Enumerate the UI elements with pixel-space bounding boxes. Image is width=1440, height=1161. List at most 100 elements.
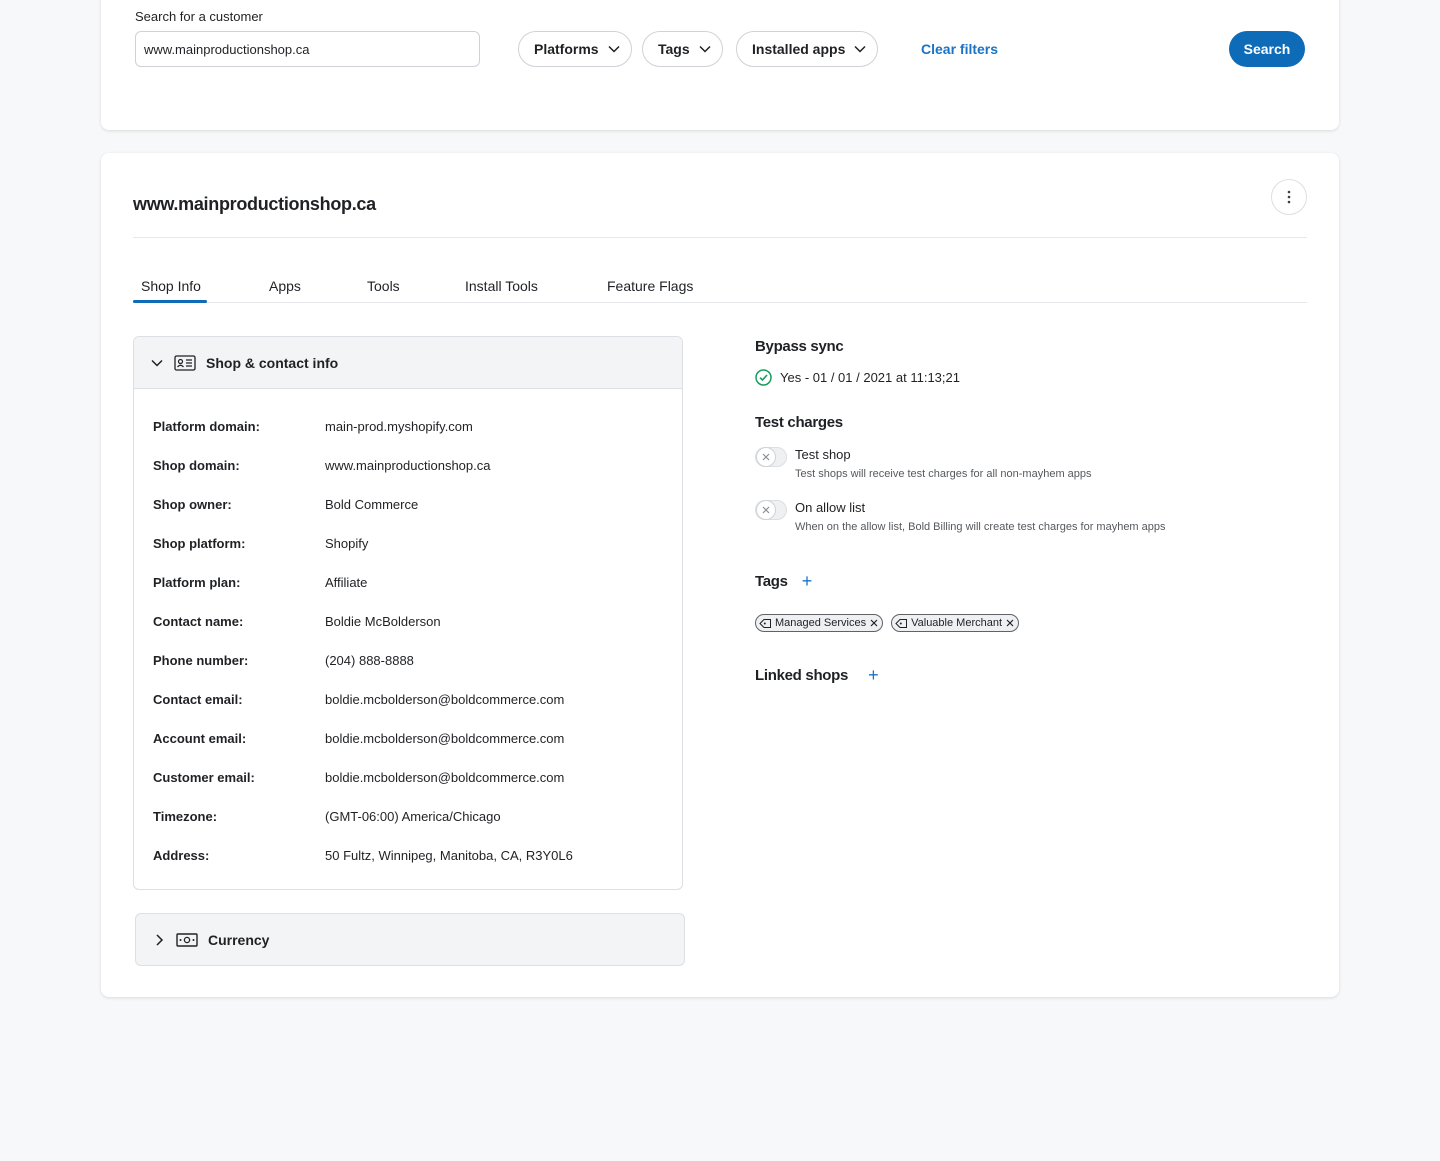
chevron-down-icon [151, 359, 163, 367]
info-value: 50 Fultz, Winnipeg, Manitoba, CA, R3Y0L6 [325, 848, 573, 863]
tag-chip: Managed Services [755, 614, 884, 632]
info-label: Contact email: [153, 692, 243, 707]
info-value: boldie.mcbolderson@boldcommerce.com [325, 770, 565, 785]
check-circle-icon [755, 369, 772, 386]
info-value: boldie.mcbolderson@boldcommerce.com [325, 692, 565, 707]
shop-details-panel: www.mainproductionshop.ca Shop Info Apps… [101, 153, 1339, 997]
test-shop-description: Test shops will receive test charges for… [795, 468, 1092, 480]
info-row: Shop owner: Bold Commerce [153, 497, 418, 512]
test-shop-label: Test shop [795, 447, 851, 462]
bypass-sync-status-text: Yes - 01 / 01 / 2021 at 11:13;21 [780, 370, 960, 385]
info-row: Account email: boldie.mcbolderson@boldcom… [153, 731, 564, 746]
tag-icon [895, 618, 908, 628]
add-linked-shop-button[interactable]: + [868, 666, 879, 684]
active-tab-indicator [133, 300, 207, 303]
tab-bar: Shop Info Apps Tools Install Tools Featu… [133, 273, 1307, 303]
test-shop-option: Test shop Test shops will receive test c… [755, 447, 1092, 480]
tab-install-tools[interactable]: Install Tools [465, 278, 538, 294]
currency-section-header[interactable]: Currency [135, 913, 685, 966]
chevron-down-icon [854, 45, 866, 53]
info-label: Address: [153, 848, 210, 863]
shop-contact-info-title: Shop & contact info [206, 354, 339, 371]
tags-filter-label: Tags [658, 41, 690, 57]
info-label: Platform plan: [153, 575, 241, 590]
remove-tag-button[interactable] [869, 618, 879, 628]
info-row: Platform domain: main-prod.myshopify.com [153, 419, 473, 434]
customer-search-input[interactable] [135, 31, 480, 67]
currency-title: Currency [208, 931, 270, 948]
tags-filter-button[interactable]: Tags [642, 31, 723, 67]
info-row: Timezone: (GMT-06:00) America/Chicago [153, 809, 501, 824]
bypass-sync-status: Yes - 01 / 01 / 2021 at 11:13;21 [755, 369, 960, 386]
x-icon [762, 506, 770, 514]
tag-list: Managed Services Valuable Merchant [755, 614, 1020, 632]
tags-section: Tags + [755, 572, 812, 590]
info-value: (204) 888-8888 [325, 653, 414, 668]
info-value: www.mainproductionshop.ca [325, 458, 491, 473]
test-charges-title: Test charges [755, 414, 843, 431]
info-row: Customer email: boldie.mcbolderson@boldco… [153, 770, 564, 785]
info-label: Account email: [153, 731, 247, 746]
info-row: Platform plan: Affiliate [153, 575, 367, 590]
toggle-knob [756, 500, 776, 520]
tab-tools[interactable]: Tools [367, 278, 400, 294]
search-panel: Search for a customer Platforms Tags Ins… [101, 0, 1339, 130]
close-icon [870, 619, 878, 627]
info-value: Bold Commerce [325, 497, 419, 512]
info-row: Phone number: (204) 888-8888 [153, 653, 414, 668]
tag-chip: Valuable Merchant [891, 614, 1020, 632]
info-row: Shop domain: www.mainproductionshop.ca [153, 458, 490, 473]
remove-tag-button[interactable] [1005, 618, 1015, 628]
chevron-right-icon [156, 933, 164, 946]
header-divider [133, 237, 1307, 238]
info-label: Shop platform: [153, 536, 246, 551]
banknote-icon [176, 932, 198, 947]
tab-feature-flags[interactable]: Feature Flags [607, 278, 693, 294]
info-row: Address: 50 Fultz, Winnipeg, Manitoba, CA… [153, 848, 573, 863]
installed-apps-filter-label: Installed apps [752, 41, 846, 57]
x-icon [762, 453, 770, 461]
platforms-filter-button[interactable]: Platforms [518, 31, 632, 67]
chevron-down-icon [608, 45, 620, 53]
close-icon [1006, 619, 1014, 627]
allow-list-description: When on the allow list, Bold Billing wil… [795, 521, 1166, 533]
info-value: Affiliate [325, 575, 368, 590]
id-card-icon [174, 354, 196, 371]
info-label: Phone number: [153, 653, 249, 668]
search-label: Search for a customer [135, 9, 263, 24]
info-value: Boldie McBolderson [325, 614, 441, 629]
kebab-icon [1287, 190, 1291, 204]
info-label: Timezone: [153, 809, 218, 824]
info-row: Contact email: boldie.mcbolderson@boldcom… [153, 692, 564, 707]
platforms-filter-label: Platforms [534, 41, 599, 57]
tag-label: Valuable Merchant [911, 617, 1003, 629]
info-row: Contact name: Boldie McBolderson [153, 614, 441, 629]
info-label: Customer email: [153, 770, 255, 785]
allow-list-label: On allow list [795, 500, 866, 515]
test-charges-section: Test charges [755, 414, 843, 431]
info-label: Platform domain: [153, 419, 260, 434]
search-button[interactable]: Search [1229, 31, 1305, 67]
test-shop-toggle[interactable] [755, 447, 787, 467]
info-row: Shop platform: Shopify [153, 536, 368, 551]
bypass-sync-title: Bypass sync [755, 338, 844, 355]
shop-contact-info-header[interactable]: Shop & contact info [134, 337, 682, 389]
installed-apps-filter-button[interactable]: Installed apps [736, 31, 879, 67]
clear-filters-link[interactable]: Clear filters [921, 41, 998, 57]
tag-icon [759, 618, 771, 628]
tab-apps[interactable]: Apps [269, 278, 301, 294]
linked-shops-section: Linked shops + [755, 666, 879, 684]
tab-shop-info[interactable]: Shop Info [141, 278, 201, 294]
toggle-knob [756, 447, 776, 467]
info-label: Contact name: [153, 614, 244, 629]
shop-contact-info-section: Shop & contact info Platform domain: main… [133, 336, 683, 890]
add-tag-button[interactable]: + [802, 572, 813, 590]
info-label: Shop domain: [153, 458, 240, 473]
info-value: (GMT-06:00) America/Chicago [325, 809, 501, 824]
allow-list-toggle[interactable] [755, 500, 787, 520]
more-options-button[interactable] [1271, 179, 1307, 215]
info-label: Shop owner: [153, 497, 232, 512]
info-value: main-prod.myshopify.com [325, 419, 473, 434]
info-value: Shopify [325, 536, 369, 551]
allow-list-option: On allow list When on the allow list, Bo… [755, 500, 1166, 533]
